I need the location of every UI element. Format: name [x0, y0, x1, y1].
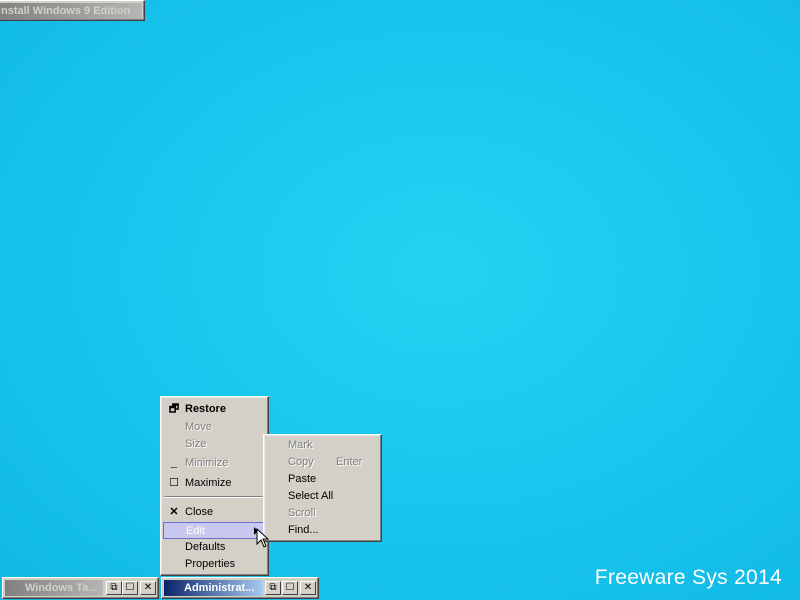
edit-submenu: Mark Copy Enter Paste Select All Scroll … [263, 434, 382, 542]
menu-item-label: Maximize [185, 477, 232, 489]
menu-item-select-all[interactable]: Select All [266, 488, 378, 505]
menu-item-move[interactable]: Move [163, 419, 265, 436]
minimized-window-title: Administrat... [164, 580, 263, 596]
menu-item-restore[interactable]: 🗗 Restore [163, 401, 265, 418]
menu-item-label: Mark [288, 439, 313, 451]
menu-item-label: Find... [288, 524, 319, 536]
maximize-button[interactable]: ☐ [122, 581, 138, 595]
watermark-text: Freeware Sys 2014 [594, 566, 782, 589]
minimized-window-taskmanager[interactable]: Windows Ta... ⧉ ☐ ✕ [2, 577, 159, 599]
menu-item-label: Size [185, 438, 207, 450]
minimize-icon: _ [170, 457, 178, 469]
menu-item-maximize[interactable]: ☐ Maximize [163, 475, 265, 492]
menu-item-label: Restore [185, 403, 226, 415]
minimized-window-title: nstall Windows 9 Edition [0, 3, 142, 19]
menu-item-label: Edit [186, 525, 205, 537]
minimized-window-administrator[interactable]: Administrat... ⧉ ☐ ✕ [161, 577, 319, 599]
menu-item-label: Defaults [185, 541, 226, 553]
restore-icon: 🗗 [168, 403, 180, 415]
menu-item-size[interactable]: Size [163, 436, 265, 453]
menu-item-shortcut: Enter [336, 456, 363, 468]
menu-item-properties[interactable]: Properties [163, 556, 265, 573]
menu-item-label: Properties [185, 558, 236, 570]
menu-item-label: Minimize [185, 457, 229, 469]
maximize-icon: ☐ [169, 477, 179, 489]
menu-item-defaults[interactable]: Defaults [163, 539, 265, 556]
menu-item-edit[interactable]: Edit [163, 522, 265, 539]
minimized-window-installer[interactable]: nstall Windows 9 Edition [0, 0, 145, 21]
menu-item-label: Copy [288, 456, 314, 468]
menu-separator [164, 496, 264, 498]
close-icon: ✕ [169, 506, 179, 518]
menu-item-copy[interactable]: Copy Enter [266, 454, 378, 471]
menu-item-label: Move [185, 421, 212, 433]
maximize-button[interactable]: ☐ [282, 581, 298, 595]
menu-item-minimize[interactable]: _ Minimize [163, 455, 265, 472]
menu-item-label: Scroll [288, 507, 316, 519]
menu-item-label: Select All [288, 490, 334, 502]
menu-item-close[interactable]: ✕ Close [163, 504, 265, 521]
menu-item-find[interactable]: Find... [266, 522, 378, 539]
menu-item-paste[interactable]: Paste [266, 471, 378, 488]
minimized-window-title: Windows Ta... [5, 580, 103, 596]
close-button[interactable]: ✕ [140, 581, 156, 595]
mouse-pointer-icon [256, 528, 270, 548]
menu-item-scroll[interactable]: Scroll [266, 505, 378, 522]
menu-item-label: Paste [288, 473, 317, 485]
close-button[interactable]: ✕ [300, 581, 316, 595]
restore-button[interactable]: ⧉ [265, 581, 281, 595]
menu-item-mark[interactable]: Mark [266, 437, 378, 454]
menu-item-label: Close [185, 506, 214, 518]
system-menu: 🗗 Restore Move Size _ Minimize ☐ Maximiz… [160, 396, 269, 576]
restore-button[interactable]: ⧉ [106, 581, 122, 595]
